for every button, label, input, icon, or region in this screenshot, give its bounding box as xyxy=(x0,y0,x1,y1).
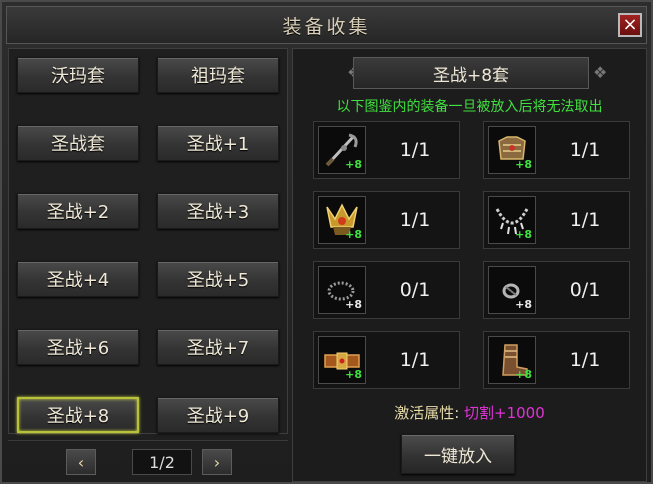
prev-page-button[interactable]: ‹ xyxy=(66,449,96,475)
put-all-button[interactable]: 一键放入 xyxy=(401,434,515,474)
page-indicator: 1/2 xyxy=(132,449,192,475)
slot-count: 0/1 xyxy=(399,279,431,301)
enhance-badge: +8 xyxy=(515,298,532,311)
enhance-badge: +8 xyxy=(345,228,362,241)
set-button-shengzhan-7[interactable]: 圣战+7 xyxy=(157,329,279,365)
set-button-woma[interactable]: 沃玛套 xyxy=(17,57,139,93)
chevron-left-icon: ‹ xyxy=(77,452,85,472)
helmet-icon: +8 xyxy=(318,196,366,244)
close-button[interactable]: × xyxy=(618,13,642,37)
set-button-shengzhan-1[interactable]: 圣战+1 xyxy=(157,125,279,161)
necklace-icon: +8 xyxy=(488,196,536,244)
enhance-badge: +8 xyxy=(515,158,532,171)
set-button-shengzhan-5[interactable]: 圣战+5 xyxy=(157,261,279,297)
chevron-right-icon: › xyxy=(213,452,221,472)
pagination: ‹ 1/2 › xyxy=(8,440,288,482)
slot-bracelet[interactable]: +8 0/1 xyxy=(313,261,460,319)
boots-icon: +8 xyxy=(488,336,536,384)
enhance-badge: +8 xyxy=(345,368,362,381)
slot-count: 1/1 xyxy=(569,139,601,161)
next-page-button[interactable]: › xyxy=(202,449,232,475)
slot-belt[interactable]: +8 1/1 xyxy=(313,331,460,389)
set-button-shengzhan-8[interactable]: 圣战+8 xyxy=(17,397,139,433)
slot-count: 1/1 xyxy=(399,349,431,371)
attribute-value: 切割+1000 xyxy=(464,404,545,422)
enhance-badge: +8 xyxy=(515,368,532,381)
set-button-zuma[interactable]: 祖玛套 xyxy=(157,57,279,93)
slot-armor[interactable]: +8 1/1 xyxy=(483,121,630,179)
window-title: 装备收集 xyxy=(282,15,371,38)
set-button-shengzhan[interactable]: 圣战套 xyxy=(17,125,139,161)
set-list-panel: 沃玛套 祖玛套 圣战套 圣战+1 圣战+2 圣战+3 圣战+4 圣战+5 圣战+… xyxy=(8,48,288,434)
slot-count: 1/1 xyxy=(399,139,431,161)
warning-text: 以下图鉴内的装备一旦被放入后将无法取出 xyxy=(336,99,603,115)
slot-count: 0/1 xyxy=(569,279,601,301)
slot-boots[interactable]: +8 1/1 xyxy=(483,331,630,389)
slot-ring[interactable]: +8 0/1 xyxy=(483,261,630,319)
slot-count: 1/1 xyxy=(399,209,431,231)
set-button-shengzhan-6[interactable]: 圣战+6 xyxy=(17,329,139,365)
armor-icon: +8 xyxy=(488,126,536,174)
enhance-badge: +8 xyxy=(345,158,362,171)
enhance-badge: +8 xyxy=(515,228,532,241)
slot-necklace[interactable]: +8 1/1 xyxy=(483,191,630,249)
set-button-shengzhan-9[interactable]: 圣战+9 xyxy=(157,397,279,433)
slot-weapon[interactable]: +8 1/1 xyxy=(313,121,460,179)
enhance-badge: +8 xyxy=(345,298,362,311)
ornament-right-icon: ❖ xyxy=(593,63,608,82)
set-title: 圣战+8套 xyxy=(353,57,589,89)
set-button-shengzhan-4[interactable]: 圣战+4 xyxy=(17,261,139,297)
title-bar: 装备收集 × xyxy=(6,6,647,44)
weapon-icon: +8 xyxy=(318,126,366,174)
attribute-label: 激活属性: xyxy=(394,404,465,422)
slot-helmet[interactable]: +8 1/1 xyxy=(313,191,460,249)
slot-count: 1/1 xyxy=(569,209,601,231)
equipment-collection-window: 装备收集 × 沃玛套 祖玛套 圣战套 圣战+1 圣战+2 圣战+3 圣战+4 圣… xyxy=(0,0,653,484)
activation-attribute: 激活属性: 切割+1000 xyxy=(293,402,646,423)
set-detail-panel: ❖ 圣战+8套 ❖ 以下图鉴内的装备一旦被放入后将无法取出 +8 1/1 xyxy=(292,48,647,482)
bracelet-icon: +8 xyxy=(318,266,366,314)
ring-icon: +8 xyxy=(488,266,536,314)
set-button-shengzhan-3[interactable]: 圣战+3 xyxy=(157,193,279,229)
belt-icon: +8 xyxy=(318,336,366,384)
set-button-shengzhan-2[interactable]: 圣战+2 xyxy=(17,193,139,229)
slot-count: 1/1 xyxy=(569,349,601,371)
close-icon: × xyxy=(622,14,638,35)
